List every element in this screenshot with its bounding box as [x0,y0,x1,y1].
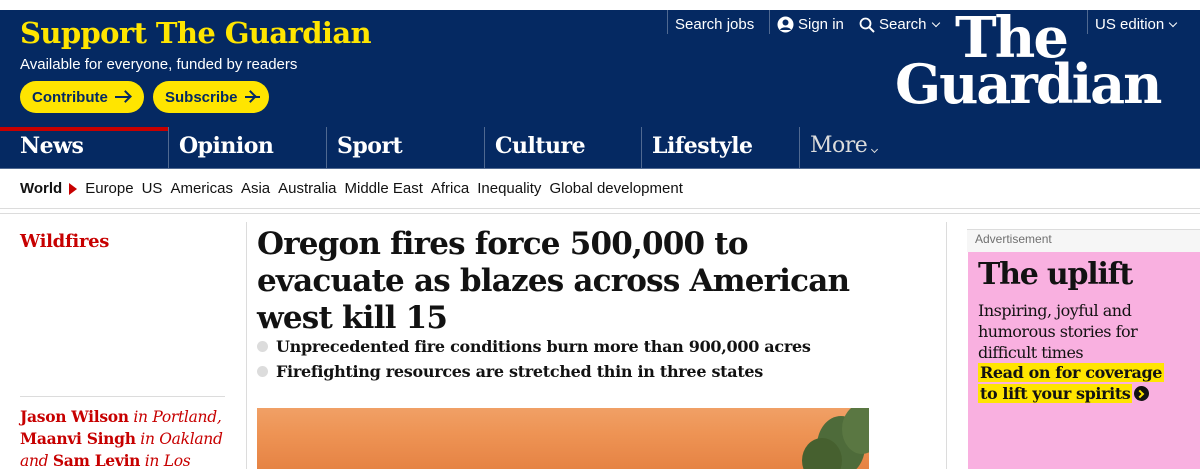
arrow-circle-right-icon [1134,386,1150,401]
ad-label: Advertisement [975,232,1052,246]
byline-location: in Oakland [135,430,223,448]
subnav-item-australia[interactable]: Australia [278,180,336,197]
contribute-label: Contribute [32,88,108,106]
standfirst-bullet: Firefighting resources are stretched thi… [257,359,937,384]
chevron-down-icon [931,18,940,27]
section-label[interactable]: Wildfires [20,231,109,252]
pillar-more-label: More [810,133,868,158]
author-link[interactable]: Jason Wilson [20,407,129,426]
hero-image [257,408,869,469]
byline-and: and [20,452,53,469]
search-icon [859,17,875,33]
ad-body: Inspiring, joyful and humorous stories f… [978,301,1138,362]
pillar-culture[interactable]: Culture [484,127,642,168]
byline: Jason Wilson in Portland, Maanvi Singh i… [20,406,230,469]
author-link[interactable]: Maanvi Singh [20,429,136,448]
triangle-right-icon [69,182,78,195]
divider [20,396,225,397]
divider [0,210,1200,214]
sign-in-link[interactable]: Sign in [777,16,844,33]
search-jobs-link[interactable]: Search jobs [675,16,754,33]
subnav-item-asia[interactable]: Asia [241,180,270,197]
logo-guardian: Guardian [895,52,1162,116]
arrow-right-icon [244,91,261,103]
sign-in-label: Sign in [798,16,844,33]
column-divider [246,222,247,469]
site-header: Support The Guardian Available for every… [0,0,1200,127]
article-standfirst: Unprecedented fire conditions burn more … [257,334,937,384]
search-label: Search [879,16,927,33]
subscribe-button[interactable]: Subscribe [153,81,269,113]
standfirst-bullet: Unprecedented fire conditions burn more … [257,334,937,359]
ad-cta-link[interactable]: Read on for coverage to lift your spirit… [978,362,1183,404]
subnav-item-inequality[interactable]: Inequality [477,180,541,197]
column-divider [946,222,947,469]
pillar-sport[interactable]: Sport [326,127,485,168]
pillar-more[interactable]: More [799,127,939,168]
pillar-opinion[interactable]: Opinion [168,127,327,168]
subscribe-label: Subscribe [165,88,238,106]
subnav-item-global-development[interactable]: Global development [549,180,682,197]
support-subtitle: Available for everyone, funded by reader… [20,56,298,73]
author-link[interactable]: Sam Levin [53,451,141,469]
section-subnav: World Europe US Americas Asia Australia … [0,169,1200,209]
contribute-button[interactable]: Contribute [20,81,144,113]
subnav-item-europe[interactable]: Europe [85,180,133,197]
chevron-down-icon [871,145,879,154]
divider [769,10,770,34]
chevron-down-icon [1168,18,1178,27]
pillar-nav: News Opinion Sport Culture Lifestyle Mor… [0,127,1200,169]
edition-label: US edition [1095,16,1165,33]
subnav-list: World Europe US Americas Asia Australia … [20,180,691,197]
article-headline: Oregon fires force 500,000 to evacuate a… [257,226,850,336]
search-link[interactable]: Search [859,16,940,33]
divider [1087,10,1088,34]
subnav-item-americas[interactable]: Americas [170,180,233,197]
user-icon [777,16,794,33]
ad-title: The uplift [978,257,1133,292]
subnav-current-world[interactable]: World [20,180,62,197]
subnav-item-africa[interactable]: Africa [431,180,469,197]
subnav-item-us[interactable]: US [142,180,163,197]
subnav-item-middle-east[interactable]: Middle East [345,180,423,197]
byline-location: in Los [140,452,191,469]
pillar-news[interactable]: News [0,127,169,168]
edition-selector[interactable]: US edition [1095,16,1178,33]
pillar-lifestyle[interactable]: Lifestyle [641,127,800,168]
arrow-right-icon [114,91,132,103]
byline-location: in Portland, [128,408,222,426]
divider [667,10,668,34]
